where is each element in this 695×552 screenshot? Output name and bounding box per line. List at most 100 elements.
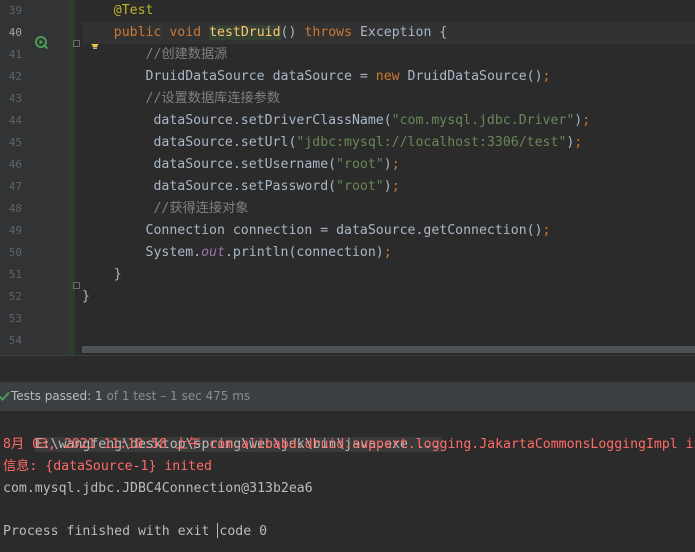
line-number: 51 — [8, 268, 22, 281]
code-token: dataSource.setPassword( — [153, 179, 337, 194]
code-token: dataSource.setDriverClassName( — [153, 113, 392, 128]
code-token: ; — [542, 223, 551, 238]
change-marker-rail — [68, 0, 75, 355]
code-line[interactable]: //获得连接对象 — [82, 198, 695, 220]
fold-marker-icon[interactable] — [73, 40, 80, 47]
code-line[interactable]: dataSource.setDriverClassName("com.mysql… — [82, 110, 695, 132]
code-line[interactable]: dataSource.setPassword("root"); — [82, 176, 695, 198]
code-token: DruidDataSource dataSource = — [145, 69, 376, 84]
console-command-line[interactable]: E:\wangfeng\desktop\spring\web\jdk\bin\j… — [3, 412, 442, 452]
code-line[interactable]: public void testDruid() throws Exception… — [82, 22, 695, 44]
code-token: dataSource.setUrl( — [153, 135, 297, 150]
code-token: .println(connection) — [224, 245, 384, 260]
panel-divider[interactable] — [0, 355, 695, 383]
code-token: public — [113, 25, 162, 40]
code-line[interactable]: } — [82, 264, 695, 286]
code-token: ; — [574, 135, 583, 150]
code-line[interactable]: dataSource.setUsername("root"); — [82, 154, 695, 176]
code-line[interactable]: dataSource.setUrl("jdbc:mysql://localhos… — [82, 132, 695, 154]
code-line[interactable] — [82, 308, 695, 330]
code-editor[interactable]: 39 40 41 42 43 44 45 46 47 48 49 50 51 52 53 54 @Test p… — [0, 0, 695, 355]
code-token: System. — [145, 245, 202, 260]
fold-marker-icon[interactable] — [73, 282, 80, 289]
line-number: 52 — [8, 290, 22, 303]
line-number: 40 — [8, 26, 22, 39]
test-status-text: Tests passed: 1 of 1 test – 1 sec 475 ms — [11, 382, 250, 411]
code-line[interactable]: //设置数据库连接参数 — [82, 88, 695, 110]
run-console[interactable]: E:\wangfeng\desktop\spring\web\jdk\bin\j… — [0, 411, 695, 552]
line-number: 42 — [8, 70, 22, 83]
code-token: ) — [383, 157, 392, 172]
code-line[interactable]: Connection connection = dataSource.getCo… — [82, 220, 695, 242]
console-info-line: 信息: {dataSource-1} inited — [3, 459, 212, 474]
code-line[interactable]: //创建数据源 — [82, 44, 695, 66]
code-token: DruidDataSource() — [399, 69, 543, 84]
line-number: 48 — [8, 202, 22, 215]
code-line[interactable]: System.out.println(connection); — [82, 242, 695, 264]
code-token: //获得连接对象 — [153, 201, 249, 216]
code-token: "root" — [336, 179, 384, 194]
test-detail: of 1 test – 1 sec 475 ms — [106, 389, 251, 403]
test-pass-count: 1 — [95, 389, 103, 403]
code-token: ; — [542, 69, 551, 84]
console-output-line: com.mysql.jdbc.JDBC4Connection@313b2ea6 — [3, 481, 313, 496]
code-area[interactable]: @Test public void testDruid() throws Exc… — [82, 0, 695, 355]
code-token: throws — [304, 25, 353, 40]
code-token: "root" — [336, 157, 384, 172]
code-token: } — [82, 289, 90, 304]
code-token: ; — [582, 113, 591, 128]
horizontal-scrollbar[interactable] — [82, 346, 695, 353]
code-token: //创建数据源 — [145, 47, 228, 62]
code-token: @Test — [113, 3, 154, 18]
console-exit-line: Process finished with exit code 0 — [3, 521, 267, 543]
code-token: Exception { — [352, 25, 448, 40]
code-token: ; — [391, 157, 400, 172]
line-number: 49 — [8, 224, 22, 237]
exit-text: Process finished with exit — [3, 524, 218, 539]
line-number: 43 — [8, 92, 22, 105]
code-token: new — [375, 69, 400, 84]
code-token: void — [169, 25, 202, 40]
code-token: ) — [383, 179, 392, 194]
line-number: 46 — [8, 158, 22, 171]
line-number: 53 — [8, 312, 22, 325]
exit-code-text: code 0 — [219, 524, 268, 539]
console-log-line: 8月 03, 2021 11:10:58 上午 com.alibaba.drui… — [3, 437, 695, 452]
test-passed-check-icon — [0, 391, 10, 401]
line-number: 41 — [8, 48, 22, 61]
code-token: Connection connection = dataSource.getCo… — [145, 223, 543, 238]
line-number: 50 — [8, 246, 22, 259]
code-line[interactable]: } — [82, 286, 695, 308]
code-line[interactable]: @Test — [82, 0, 695, 22]
code-token: //设置数据库连接参数 — [145, 91, 281, 106]
code-token: () — [280, 25, 305, 40]
line-number: 39 — [8, 4, 22, 17]
code-token: ; — [383, 245, 392, 260]
code-token: "jdbc:mysql://localhost:3306/test" — [296, 135, 567, 150]
test-results-bar: Tests passed: 1 of 1 test – 1 sec 475 ms — [0, 382, 695, 412]
line-number: 47 — [8, 180, 22, 193]
line-number: 45 — [8, 136, 22, 149]
code-line[interactable]: DruidDataSource dataSource = new DruidDa… — [82, 66, 695, 88]
code-token: "com.mysql.jdbc.Driver" — [391, 113, 575, 128]
editor-gutter[interactable]: 39 40 41 42 43 44 45 46 47 48 49 50 51 52 53 54 — [0, 0, 68, 355]
run-test-icon[interactable] — [35, 36, 49, 50]
code-token: dataSource.setUsername( — [153, 157, 337, 172]
line-number: 54 — [8, 334, 22, 347]
code-token: ; — [391, 179, 400, 194]
code-token: testDruid — [209, 25, 281, 40]
test-status-label: Tests passed: — [11, 389, 92, 403]
code-token: out — [201, 245, 225, 260]
